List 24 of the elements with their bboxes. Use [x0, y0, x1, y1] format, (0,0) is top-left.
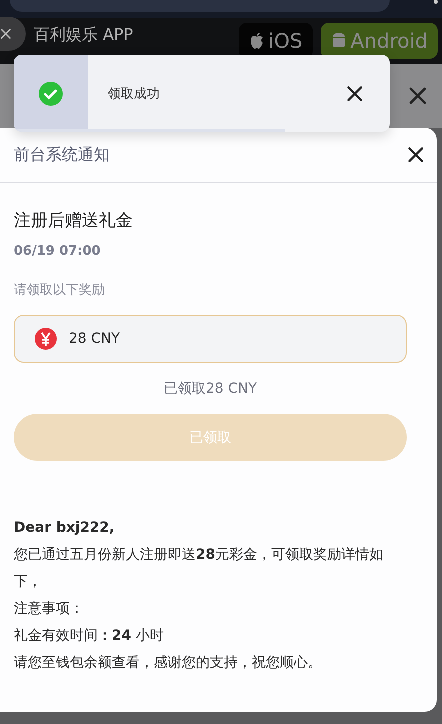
toast-message: 领取成功: [107, 86, 161, 102]
download-button[interactable]: Android: [320, 23, 438, 59]
message-text: 注意事项：: [14, 600, 85, 619]
notice-date: 06/19 07:00: [14, 244, 102, 259]
search-field[interactable]: [10, 0, 390, 12]
app-title: 百利娱乐 APP: [34, 24, 134, 46]
reward-prompt: 请领取以下奖励: [14, 282, 106, 299]
robot-icon: [330, 32, 347, 50]
reward-amount: 28 CNY: [69, 331, 120, 347]
notice-title: 注册后赠送礼金: [14, 210, 134, 232]
message-text: 请您至钱包余额查看，感谢您的支持，祝您顺心。: [14, 654, 323, 673]
close-icon: [0, 28, 12, 40]
dialog-title: 前台系统通知: [14, 144, 110, 166]
apple-icon: [248, 32, 265, 50]
close-button[interactable]: [346, 84, 364, 102]
claimed-status: 已领取28 CNY: [164, 380, 258, 398]
close-button[interactable]: [0, 17, 26, 51]
menu-icon[interactable]: [434, 0, 438, 4]
check-icon: [39, 82, 63, 106]
greeting-text: Dear bxj222,: [14, 519, 116, 538]
close-button[interactable]: [407, 146, 425, 164]
yen-icon: [35, 328, 57, 350]
message-text: 礼金有效时间：24 小时: [14, 627, 165, 646]
message-text: 您已通过五月份新人注册即送28元彩金，可领取奖励详情如下，: [14, 546, 384, 592]
